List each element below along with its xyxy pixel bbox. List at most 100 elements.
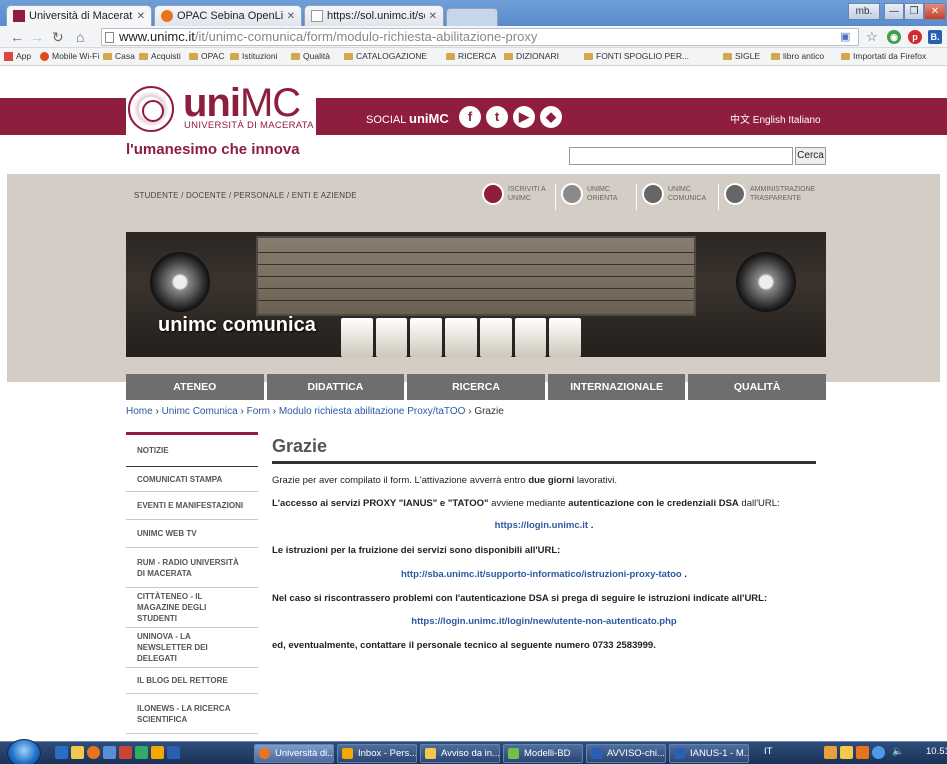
- taskbar-item-chrome[interactable]: Università di...: [254, 744, 334, 763]
- twitter-icon[interactable]: t: [486, 106, 508, 128]
- nav-ateneo[interactable]: ATENEO: [126, 374, 264, 400]
- sidebar-item-radio[interactable]: RUM - RADIO UNIVERSITÀ DI MACERATA: [126, 548, 258, 588]
- tab-title: OPAC Sebina OpenLibrary: [177, 10, 283, 22]
- folder-icon: [189, 52, 198, 60]
- bookmark-folder[interactable]: libro antico: [771, 51, 824, 61]
- close-window-button[interactable]: ✕: [924, 3, 946, 20]
- quicklink-trasparente[interactable]: AMMINISTRAZIONE TRASPARENTE: [724, 183, 815, 205]
- youtube-icon[interactable]: ▶: [513, 106, 535, 128]
- tray-mail-icon[interactable]: [840, 746, 853, 759]
- bookmark-folder[interactable]: Acquisti: [139, 51, 181, 61]
- extension-green-icon[interactable]: ◉: [887, 30, 901, 44]
- facebook-icon[interactable]: f: [459, 106, 481, 128]
- tab-opac[interactable]: OPAC Sebina OpenLibrary ✕: [154, 5, 302, 26]
- ie-icon[interactable]: [55, 746, 68, 759]
- taskbar-item-avviso[interactable]: Avviso da in...: [420, 744, 500, 763]
- word-icon[interactable]: [167, 746, 180, 759]
- taskbar-item-avviso-doc[interactable]: AVVISO-chi...: [586, 744, 666, 763]
- thanks-paragraph: Grazie per aver compilato il form. L'att…: [272, 475, 617, 486]
- nav-ricerca[interactable]: RICERCA: [407, 374, 545, 400]
- minimize-button[interactable]: —: [884, 3, 904, 20]
- quicklink-iscriviti[interactable]: ISCRIVITI A UNIMC: [482, 183, 546, 205]
- volume-icon[interactable]: 🔈: [892, 746, 904, 757]
- close-tab-icon[interactable]: ✕: [287, 11, 295, 22]
- app-icon[interactable]: [135, 746, 148, 759]
- breadcrumb-current: Grazie: [474, 406, 504, 417]
- sidebar-item-comunicati[interactable]: COMUNICATI STAMPA: [126, 467, 258, 492]
- sidebar-item-blog[interactable]: IL BLOG DEL RETTORE: [126, 668, 258, 694]
- bookmark-folder[interactable]: FONTI SPOGLIO PER...: [584, 51, 689, 61]
- browser-toolbar: ← → ↻ ⌂ www.unimc.it/it/unimc-comunica/f…: [0, 26, 947, 48]
- page-action-icon[interactable]: ▣: [840, 30, 850, 43]
- search-input[interactable]: [569, 147, 793, 165]
- bookmark-folder[interactable]: Istituzioni: [230, 51, 277, 61]
- bookmark-folder[interactable]: Casa: [103, 51, 135, 61]
- sidebar-item-uninova[interactable]: UNINOVA - LA NEWSLETTER DEI DELEGATI: [126, 628, 258, 668]
- taskbar-item-ianus[interactable]: IANUS-1 - M...: [669, 744, 749, 763]
- radio-keys: [341, 318, 582, 357]
- pinterest-icon[interactable]: p: [908, 30, 922, 44]
- bookmark-mobile-wifi[interactable]: Mobile Wi-Fi: [40, 51, 99, 61]
- unimc-logo[interactable]: uniMC UNIVERSITÀ DI MACERATA: [126, 81, 316, 135]
- bookmark-folder[interactable]: RICERCA: [446, 51, 496, 61]
- quicklink-orienta[interactable]: UNIMC ORIENTA: [561, 183, 618, 205]
- sidebar-item-ilonews[interactable]: ILONEWS - LA RICERCA SCIENTIFICA: [126, 694, 258, 734]
- sidebar-item-citta[interactable]: CITTÀTENEO - IL MAGAZINE DEGLI STUDENTI: [126, 588, 258, 628]
- media-icon[interactable]: [119, 746, 132, 759]
- forward-icon[interactable]: →: [30, 29, 44, 45]
- taskbar-item-modelli[interactable]: Modelli-BD: [503, 744, 583, 763]
- tab-sol[interactable]: https://sol.unimc.it/sebin ✕: [304, 5, 444, 26]
- folder-icon[interactable]: [71, 746, 84, 759]
- tray-icon[interactable]: [824, 746, 837, 759]
- home-icon[interactable]: ⌂: [76, 29, 84, 45]
- bookmark-apps[interactable]: App: [4, 51, 31, 61]
- profile-button[interactable]: mb.: [848, 3, 880, 20]
- folder-icon: [841, 52, 850, 60]
- nav-didattica[interactable]: DIDATTICA: [266, 374, 405, 400]
- nav-qualita[interactable]: QUALITÀ: [688, 374, 826, 400]
- star-icon[interactable]: ☆: [866, 29, 878, 45]
- outlook-icon[interactable]: [151, 746, 164, 759]
- sidebar-item-webtv[interactable]: UNIMC WEB TV: [126, 520, 258, 548]
- nav-internazionale[interactable]: INTERNAZIONALE: [547, 374, 686, 400]
- contact-paragraph: ed, eventualmente, contattare il persona…: [272, 640, 656, 651]
- search-button[interactable]: Cerca: [795, 147, 826, 165]
- chrome-icon[interactable]: [87, 746, 100, 759]
- start-button[interactable]: [7, 739, 41, 764]
- desktop-icon[interactable]: [103, 746, 116, 759]
- graduation-cap-icon[interactable]: ◆: [540, 106, 562, 128]
- reload-icon[interactable]: ↻: [52, 29, 64, 46]
- bookmark-folder[interactable]: CATALOGAZIONE: [344, 51, 427, 61]
- help-link[interactable]: https://login.unimc.it/login/new/utente-…: [411, 616, 676, 627]
- bookmark-folder[interactable]: DIZIONARI: [504, 51, 559, 61]
- bookmark-folder[interactable]: Qualità: [291, 51, 330, 61]
- language-switcher[interactable]: 中文 English Italiano: [730, 111, 821, 126]
- tray-network-icon[interactable]: [872, 746, 885, 759]
- bookmark-ext-icon[interactable]: B.: [928, 30, 942, 44]
- tray-app-icon[interactable]: [856, 746, 869, 759]
- bookmarks-bar: App Mobile Wi-Fi Casa Acquisti OPAC Isti…: [0, 48, 947, 66]
- close-tab-icon[interactable]: ✕: [429, 11, 437, 22]
- maximize-button[interactable]: ❐: [904, 3, 924, 20]
- breadcrumb-form[interactable]: Form: [247, 406, 270, 417]
- breadcrumb-home[interactable]: Home: [126, 406, 153, 417]
- close-tab-icon[interactable]: ✕: [137, 11, 145, 22]
- bookmark-folder[interactable]: OPAC: [189, 51, 224, 61]
- breadcrumb-modulo[interactable]: Modulo richiesta abilitazione Proxy/taTO…: [279, 406, 466, 417]
- sidebar-item-eventi[interactable]: EVENTI E MANIFESTAZIONI: [126, 492, 258, 520]
- bookmark-folder[interactable]: Importati da Firefox: [841, 51, 926, 61]
- new-tab-button[interactable]: [446, 8, 498, 26]
- login-link[interactable]: https://login.unimc.it: [495, 520, 588, 531]
- breadcrumb-comunica[interactable]: Unimc Comunica: [162, 406, 238, 417]
- address-bar[interactable]: www.unimc.it/it/unimc-comunica/form/modu…: [101, 28, 859, 46]
- taskbar-item-inbox[interactable]: Inbox - Pers...: [337, 744, 417, 763]
- instructions-link[interactable]: http://sba.unimc.it/supporto-informatico…: [401, 569, 682, 580]
- bookmark-folder[interactable]: SIGLE: [723, 51, 760, 61]
- tab-unimc[interactable]: Università di Macerata: Gr ✕: [6, 5, 152, 26]
- language-indicator[interactable]: IT: [764, 746, 772, 757]
- audience-nav[interactable]: STUDENTE / DOCENTE / PERSONALE / ENTI E …: [134, 191, 357, 200]
- back-icon[interactable]: ←: [10, 29, 24, 45]
- quicklink-comunica[interactable]: UNIMC COMUNICA: [642, 183, 706, 205]
- sidebar-item-notizie[interactable]: NOTIZIE: [126, 432, 258, 467]
- hero-title: unimc comunica: [158, 314, 316, 336]
